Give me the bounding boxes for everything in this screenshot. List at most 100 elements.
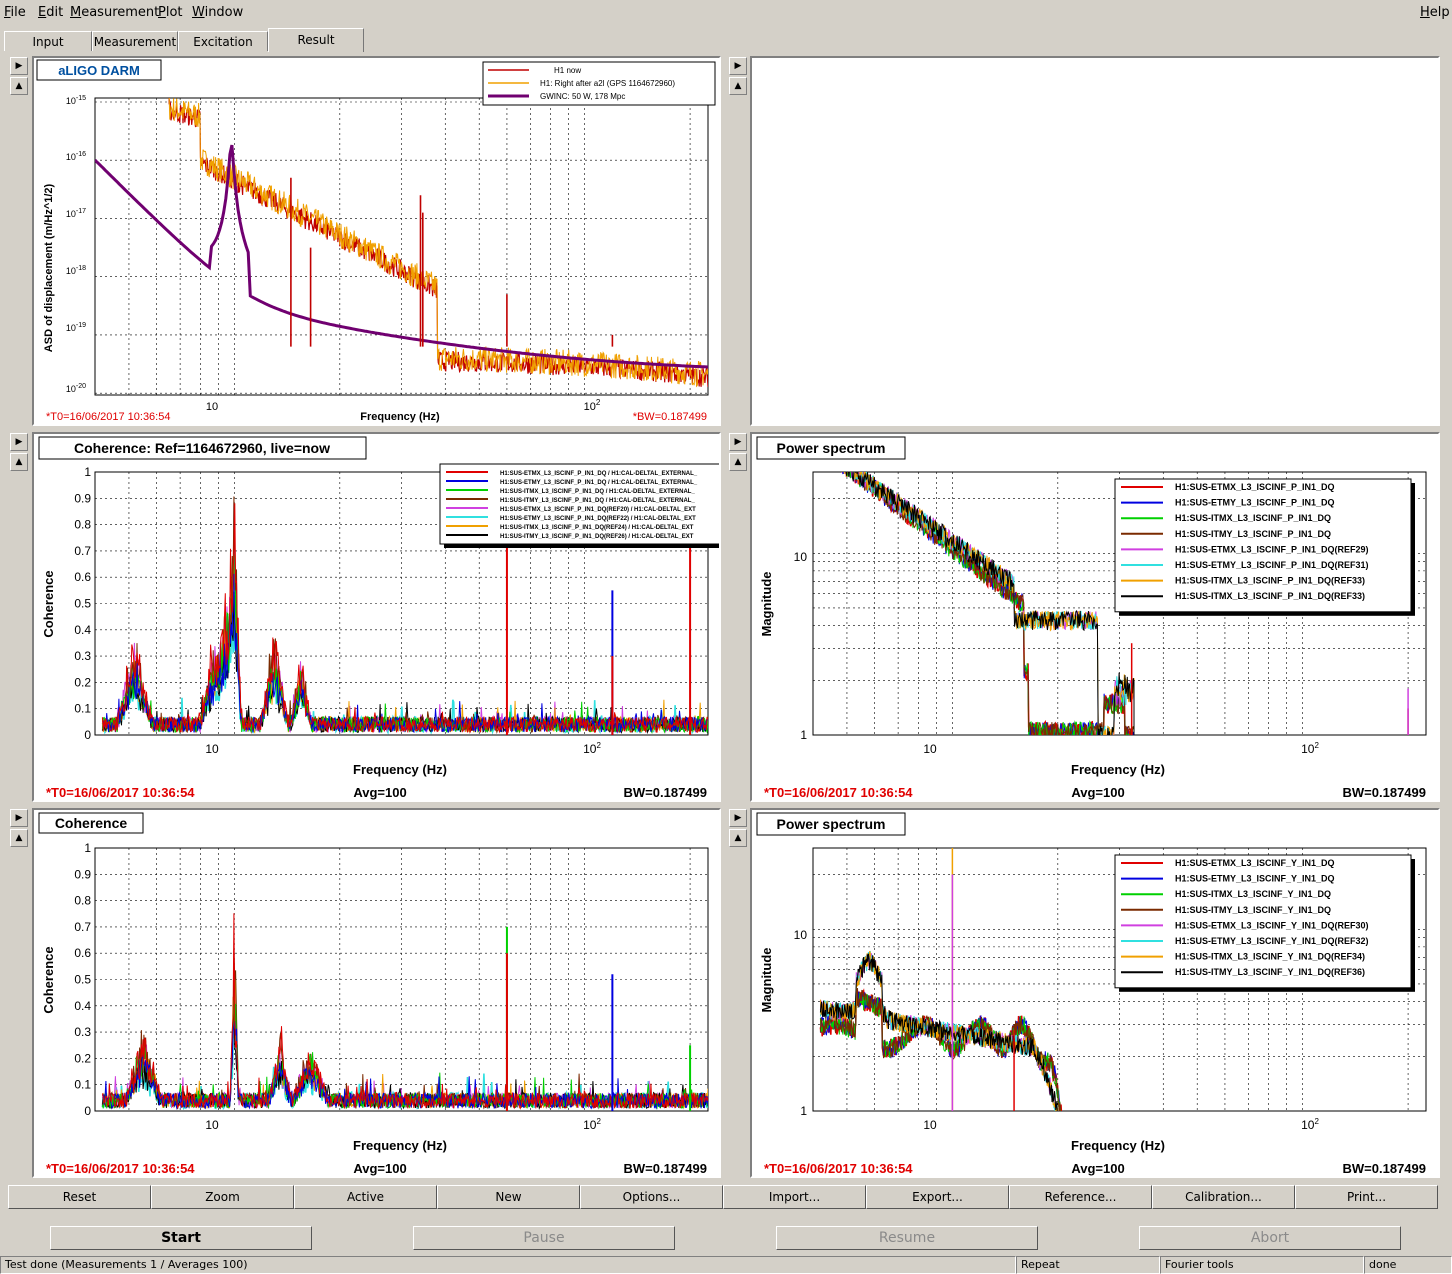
coh-p-t0: *T0=16/06/2017 10:36:54 (46, 785, 195, 800)
pad6-down-button[interactable]: ▲ (729, 829, 747, 847)
darm-legend-entry: H1: Right after a2l (GPS 1164672960) (540, 79, 675, 88)
coherence-ytick: 1 (84, 465, 91, 479)
legend-entry: H1:SUS-ITMX_L3_ISCINF_Y_IN1_DQ (1175, 889, 1331, 899)
legend-entry: H1:SUS-ETMY_L3_ISCINF_P_IN1_DQ(REF22) / … (500, 516, 696, 522)
coherence-ytick: 0.4 (74, 999, 91, 1013)
coh-p-xtick: 10 (205, 742, 219, 756)
tab-input[interactable]: Input (4, 31, 92, 51)
darm-plot[interactable]: aLIGO DARM 10-15 10-16 10-17 10-18 10-19… (34, 58, 719, 424)
coherence-pitch-plot[interactable]: Coherence: Ref=1164672960, live=now 1 0.9… (34, 434, 719, 800)
export-button[interactable]: Export... (866, 1185, 1009, 1209)
ps-y-xtick: 102 (1301, 1117, 1319, 1132)
coherence-yaw-panel[interactable]: Coherence 1 0.9 0.8 0.7 0.6 0.5 0.4 0.3 0.2 0.1 0 … (32, 808, 721, 1178)
tab-measurement[interactable]: Measurement (92, 31, 178, 51)
legend-entry: H1:SUS-ETMX_L3_ISCINF_P_IN1_DQ(REF29) (1175, 544, 1369, 554)
pad3-down-button[interactable]: ▲ (10, 453, 28, 471)
darm-ytick: 10-19 (66, 322, 86, 333)
coherence-series (102, 554, 708, 732)
darm-xtick: 10 (206, 401, 218, 413)
legend-entry: H1:SUS-ITMX_L3_ISCINF_P_IN1_DQ(REF33) (1175, 576, 1365, 586)
zoom-button[interactable]: Zoom (151, 1185, 294, 1209)
darm-xtick: 102 (584, 398, 601, 413)
pad6-up-button[interactable]: ▶ (729, 809, 747, 827)
start-button[interactable]: Start (50, 1226, 312, 1250)
power-spectrum-yaw-panel[interactable]: Power spectrum 10 1 10 102 Frequency (Hz… (750, 808, 1440, 1178)
import-button[interactable]: Import... (723, 1185, 866, 1209)
legend-entry: H1:SUS-ITMY_L3_ISCINF_Y_IN1_DQ(REF36) (1175, 967, 1365, 977)
coh-y-bw: BW=0.187499 (624, 1161, 707, 1176)
abort-button[interactable]: Abort (1139, 1226, 1401, 1250)
coherence-ytick: 0.7 (74, 920, 91, 934)
empty-plot-panel[interactable] (750, 56, 1440, 426)
ps-p-ytick: 10 (794, 550, 808, 564)
menu-plot[interactable]: Plot (158, 5, 183, 20)
legend-entry: H1:SUS-ITMX_L3_ISCINF_Y_IN1_DQ(REF34) (1175, 952, 1365, 962)
pad2-down-button[interactable]: ▲ (729, 77, 747, 95)
legend-entry: H1:SUS-ETMX_L3_ISCINF_P_IN1_DQ / H1:CAL-… (500, 471, 698, 477)
ps-y-bw: BW=0.187499 (1343, 1161, 1426, 1176)
coh-y-ylabel: Coherence (41, 946, 56, 1013)
ps-y-ylabel: Magnitude (759, 948, 774, 1013)
spectrum-series (820, 444, 1134, 743)
print-button[interactable]: Print... (1295, 1185, 1438, 1209)
menu-file[interactable]: File (4, 5, 26, 20)
menu-help[interactable]: Help (1420, 5, 1450, 20)
status-repeat: Repeat (1016, 1256, 1160, 1274)
resume-button[interactable]: Resume (776, 1226, 1038, 1250)
power-spectrum-pitch-panel[interactable]: Power spectrum 10 1 10 102 Frequency (Hz… (750, 432, 1440, 802)
coherence-ytick: 0.5 (74, 597, 91, 611)
darm-bw: *BW=0.187499 (633, 411, 707, 423)
legend-entry: H1:SUS-ETMY_L3_ISCINF_P_IN1_DQ(REF31) (1175, 560, 1369, 570)
legend-entry: H1:SUS-ITMX_L3_ISCINF_P_IN1_DQ(REF24) / … (500, 525, 694, 531)
pad4-down-button[interactable]: ▲ (729, 453, 747, 471)
legend-entry: H1:SUS-ITMY_L3_ISCINF_P_IN1_DQ(REF26) / … (500, 534, 694, 540)
coherence-series (102, 592, 708, 733)
status-tools: Fourier tools (1160, 1256, 1364, 1274)
pad5-up-button[interactable]: ▶ (10, 809, 28, 827)
power-spectrum-yaw-plot[interactable]: Power spectrum 10 1 10 102 Frequency (Hz… (752, 810, 1438, 1176)
coherence-series (102, 913, 708, 1108)
coherence-ytick: 0 (84, 728, 91, 742)
pad1-down-button[interactable]: ▲ (10, 77, 28, 95)
power-spectrum-pitch-plot[interactable]: Power spectrum 10 1 10 102 Frequency (Hz… (752, 434, 1438, 800)
ps-y-title: Power spectrum (777, 816, 886, 832)
ps-p-ytick: 1 (800, 728, 807, 742)
ps-y-xlabel: Frequency (Hz) (1071, 1138, 1165, 1153)
tab-excitation[interactable]: Excitation (178, 31, 268, 51)
coherence-pitch-panel[interactable]: Coherence: Ref=1164672960, live=now 1 0.9… (32, 432, 721, 802)
darm-plot-panel[interactable]: aLIGO DARM 10-15 10-16 10-17 10-18 10-19… (32, 56, 721, 426)
coh-y-xlabel: Frequency (Hz) (353, 1138, 447, 1153)
darm-ytick: 10-18 (66, 265, 86, 276)
ps-y-avg: Avg=100 (1071, 1161, 1124, 1176)
options-button[interactable]: Options... (580, 1185, 723, 1209)
coherence-series (102, 565, 708, 732)
pad1-up-button[interactable]: ▶ (10, 57, 28, 75)
menu-measurement[interactable]: Measurement (70, 5, 159, 20)
ps-p-ylabel: Magnitude (759, 572, 774, 637)
tab-bar: Input Measurement Excitation Result (0, 28, 1452, 52)
legend-entry: H1:SUS-ITMY_L3_ISCINF_Y_IN1_DQ (1175, 905, 1331, 915)
menu-window[interactable]: Window (192, 5, 243, 20)
coh-y-avg: Avg=100 (353, 1161, 406, 1176)
calibration-button[interactable]: Calibration... (1152, 1185, 1295, 1209)
pad2-up-button[interactable]: ▶ (729, 57, 747, 75)
pad3-up-button[interactable]: ▶ (10, 433, 28, 451)
legend-entry: H1:SUS-ETMX_L3_ISCINF_Y_IN1_DQ (1175, 858, 1335, 868)
reset-button[interactable]: Reset (8, 1185, 151, 1209)
tab-result[interactable]: Result (268, 28, 364, 52)
coherence-ytick: 0.3 (74, 649, 91, 663)
coherence-ytick: 0.8 (74, 518, 91, 532)
active-button[interactable]: Active (294, 1185, 437, 1209)
coh-y-xtick: 102 (583, 1117, 601, 1132)
reference-button[interactable]: Reference... (1009, 1185, 1152, 1209)
new-button[interactable]: New (437, 1185, 580, 1209)
ps-p-bw: BW=0.187499 (1343, 785, 1426, 800)
pad5-down-button[interactable]: ▲ (10, 829, 28, 847)
pad4-up-button[interactable]: ▶ (729, 433, 747, 451)
coherence-ytick: 0.1 (74, 1078, 91, 1092)
coherence-yaw-plot[interactable]: Coherence 10.90.80.70.60.50.40.30.20.10 … (34, 810, 719, 1176)
menu-edit[interactable]: Edit (38, 5, 63, 20)
menu-bar: File Edit Measurement Plot Window Help (0, 0, 1452, 26)
darm-ytick: 10-16 (66, 151, 86, 162)
pause-button[interactable]: Pause (413, 1226, 675, 1250)
